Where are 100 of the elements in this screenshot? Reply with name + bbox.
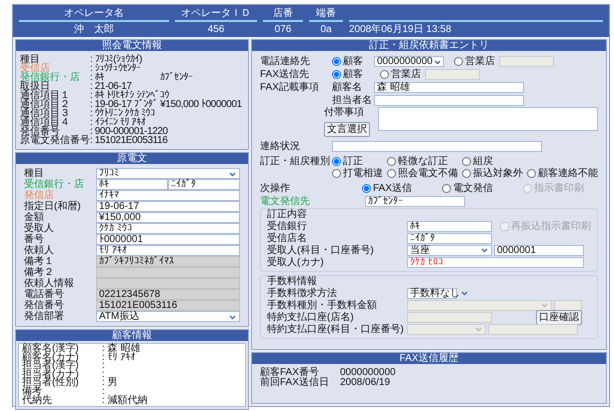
field-label: 依頼人情報 bbox=[24, 278, 75, 289]
option-label: 営業店 bbox=[391, 69, 421, 80]
input-field[interactable] bbox=[554, 300, 582, 310]
dropdown[interactable] bbox=[407, 324, 486, 334]
option-label: 振込対象外 bbox=[473, 168, 523, 179]
dropdown[interactable]: ATM振込 bbox=[96, 311, 240, 322]
input-field[interactable]: ﾎｷ bbox=[96, 179, 168, 190]
field-label: 備考２ bbox=[24, 267, 54, 278]
input-field[interactable] bbox=[96, 267, 240, 278]
info-label: 代納先 bbox=[22, 396, 53, 406]
field-label: 備考１ bbox=[24, 256, 55, 267]
input-field[interactable]: ﾆｲｶﾞﾀ bbox=[168, 179, 240, 190]
field-label: 特約支払口座(店名) bbox=[267, 312, 355, 322]
input-field[interactable]: 02212345678 bbox=[96, 289, 240, 300]
input-field[interactable]: ¥150,000 bbox=[96, 212, 240, 223]
field-label: 依頼人 bbox=[24, 245, 55, 256]
radio-button[interactable] bbox=[454, 57, 463, 66]
field-label: 種目 bbox=[24, 168, 45, 179]
info-value: : bbox=[102, 370, 105, 380]
field-label: 担当者名 bbox=[332, 95, 373, 106]
input-field[interactable] bbox=[488, 324, 578, 334]
input-field[interactable]: ﾄ0000001 bbox=[96, 234, 240, 245]
caret-icon bbox=[540, 301, 549, 309]
radio-button[interactable] bbox=[462, 169, 471, 178]
input-field[interactable] bbox=[425, 69, 480, 80]
input-field[interactable] bbox=[332, 141, 542, 152]
field-value: : ｼｭｳﾁｭｳｾﾝﾀｰ bbox=[90, 64, 141, 73]
panel-title: 顧客情報 bbox=[16, 330, 248, 341]
group-title: 訂正内容 bbox=[267, 209, 308, 220]
dropdown[interactable]: ﾌﾘｺﾐ bbox=[96, 168, 240, 179]
text-area[interactable] bbox=[378, 107, 598, 131]
caret-icon bbox=[460, 289, 469, 297]
radio-button[interactable] bbox=[332, 157, 341, 166]
dropdown[interactable]: 当座 bbox=[407, 244, 492, 256]
input-field[interactable] bbox=[407, 312, 492, 322]
header-value: 0a bbox=[320, 24, 332, 35]
field-label: 電話番号 bbox=[24, 289, 65, 300]
info-value: 0000000000 bbox=[340, 368, 396, 378]
panel-title: 訂正・組戻依頼書エントリ bbox=[252, 40, 606, 51]
radio-button[interactable] bbox=[387, 157, 396, 166]
info-label: 備考 bbox=[22, 388, 42, 397]
input-field[interactable]: ｲﾅｷﾏ bbox=[96, 190, 240, 201]
select-text-button[interactable]: 文言選択 bbox=[324, 122, 370, 137]
input-field[interactable]: ｶﾌﾞｾﾝﾀｰ bbox=[365, 196, 465, 207]
radio-button[interactable] bbox=[332, 169, 341, 178]
input-field[interactable]: 151021E0053116 bbox=[96, 300, 240, 311]
column-label: 店番 bbox=[273, 8, 293, 19]
field-value: : ﾌﾘｺﾐ(ｼｮｳｶｲ) bbox=[90, 55, 142, 64]
radio-button[interactable] bbox=[380, 70, 389, 79]
field-value: : 151021E0053116 bbox=[90, 136, 168, 145]
dropdown[interactable]: 0000000000 bbox=[374, 56, 444, 67]
option-label: 顧客連絡不能 bbox=[538, 168, 598, 179]
option-label: 打電相違 bbox=[343, 168, 383, 179]
caret-icon bbox=[432, 58, 442, 66]
radio-button[interactable] bbox=[527, 169, 536, 178]
header-value: 456 bbox=[208, 24, 224, 35]
radio-button[interactable] bbox=[362, 184, 371, 193]
field-label: 発信銀行・店 bbox=[20, 73, 81, 82]
input-field[interactable]: ﾓﾘ ｱｷｵ bbox=[96, 245, 240, 256]
radio-button[interactable] bbox=[442, 184, 451, 193]
info-label: 担当者(漢字) bbox=[22, 362, 80, 371]
radio-button[interactable] bbox=[332, 70, 341, 79]
radio-button[interactable] bbox=[387, 169, 396, 178]
input-field[interactable]: ｶﾌﾞｼｷﾌﾘｺﾐﾈｶﾞｲﾏｽ bbox=[96, 256, 240, 267]
field-label: 受取人(科目・口座番号) bbox=[267, 244, 375, 256]
field-label: 種目 bbox=[20, 55, 40, 64]
option-label: FAX送信 bbox=[373, 183, 412, 194]
field-value: : 21-06-17 bbox=[90, 82, 132, 91]
input-field[interactable]: 0000001 bbox=[494, 244, 584, 256]
field-label: 付帯事項 bbox=[324, 107, 364, 118]
info-label: 担当者(カナ) bbox=[22, 370, 80, 380]
field-label: 発信番号 bbox=[20, 127, 60, 136]
radio-button[interactable] bbox=[332, 57, 341, 66]
input-field[interactable]: ﾆｲｶﾞﾀ bbox=[407, 232, 492, 244]
option-label: 指示書印刷 bbox=[534, 183, 584, 194]
input-field[interactable]: ｸｹｶ ﾋﾛｺ bbox=[407, 256, 584, 268]
field-value: : ﾎｷ bbox=[90, 73, 104, 82]
input-field[interactable] bbox=[499, 56, 554, 67]
field-label: 番号 bbox=[24, 234, 44, 245]
field-label: 受信銀行・店 bbox=[24, 179, 85, 190]
info-label: 顧客名(カナ) bbox=[22, 354, 80, 362]
radio-button[interactable] bbox=[462, 157, 471, 166]
input-field[interactable] bbox=[374, 95, 524, 106]
input-field[interactable]: ｸｹｶ ﾐｳｺ bbox=[96, 223, 240, 234]
field-label: FAX送信先 bbox=[260, 69, 310, 80]
info-value: : 男 bbox=[102, 379, 118, 388]
field-label: 受信銀行 bbox=[267, 220, 308, 232]
field-label: 通信項目２ bbox=[20, 100, 71, 109]
input-field[interactable]: ﾎｷ bbox=[407, 220, 492, 232]
option-label: 照会電文不備 bbox=[398, 168, 458, 179]
option-label: 再振込指示書印刷 bbox=[511, 220, 591, 232]
account-check-button[interactable]: 口座確認 bbox=[536, 310, 582, 324]
input-field[interactable]: 森 昭雄 bbox=[374, 82, 524, 93]
field-value: : ｳｹﾄﾘﾆﾝ ｸｹｶ ﾐｳｺ bbox=[90, 109, 155, 118]
dropdown[interactable] bbox=[407, 300, 552, 310]
input-field[interactable] bbox=[96, 278, 240, 289]
input-field[interactable]: 19-06-17 bbox=[96, 201, 240, 212]
option-label: 営業店 bbox=[465, 56, 495, 67]
option-label: 訂正 bbox=[343, 156, 363, 167]
field-label: 通信項目４ bbox=[20, 118, 71, 127]
